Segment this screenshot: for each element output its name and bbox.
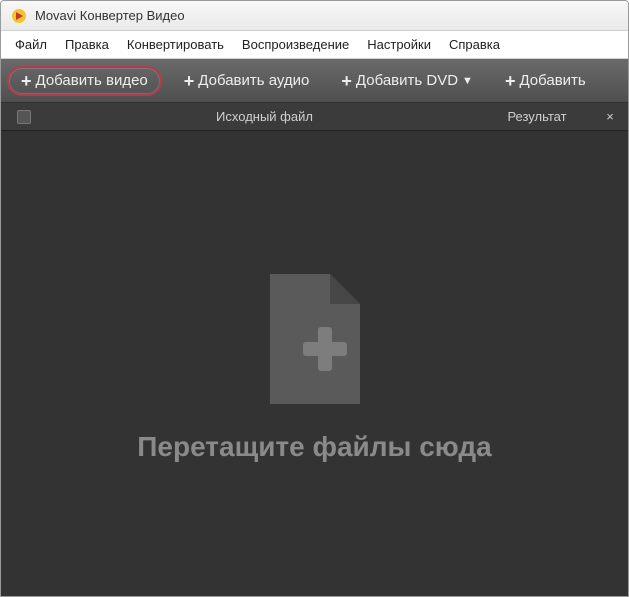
app-window: Movavi Конвертер Видео Файл Правка Конве… [0,0,629,597]
add-video-label: Добавить видео [36,72,148,89]
drop-area[interactable]: Перетащите файлы сюда [1,131,628,596]
column-headers: Исходный файл Результат × [1,103,628,131]
app-icon [11,8,27,24]
col-source: Исходный файл [47,109,482,124]
select-all-cell[interactable] [1,110,47,124]
select-all-checkbox[interactable] [17,110,31,124]
add-audio-label: Добавить аудио [198,72,309,89]
titlebar: Movavi Конвертер Видео [1,1,628,31]
plus-icon: + [184,72,195,90]
add-dvd-label: Добавить DVD [356,72,458,89]
menu-help[interactable]: Справка [441,33,508,56]
add-dvd-button[interactable]: + Добавить DVD ▼ [331,67,483,95]
menu-settings[interactable]: Настройки [359,33,439,56]
menu-file[interactable]: Файл [7,33,55,56]
file-add-icon [245,264,385,419]
window-title: Movavi Конвертер Видео [35,8,185,23]
plus-icon: + [505,72,516,90]
add-audio-button[interactable]: + Добавить аудио [174,67,320,95]
col-result: Результат [482,109,592,124]
drop-text: Перетащите файлы сюда [137,431,491,463]
chevron-down-icon: ▼ [462,75,473,87]
add-more-label: Добавить [519,72,585,89]
close-column-button[interactable]: × [592,109,628,124]
menu-convert[interactable]: Конвертировать [119,33,232,56]
plus-icon: + [21,72,32,90]
toolbar: + Добавить видео + Добавить аудио + Доба… [1,59,628,103]
plus-icon: + [341,72,352,90]
menubar: Файл Правка Конвертировать Воспроизведен… [1,31,628,59]
menu-edit[interactable]: Правка [57,33,117,56]
add-more-button[interactable]: + Добавить [495,67,596,95]
add-video-button[interactable]: + Добавить видео [7,66,162,96]
menu-play[interactable]: Воспроизведение [234,33,357,56]
